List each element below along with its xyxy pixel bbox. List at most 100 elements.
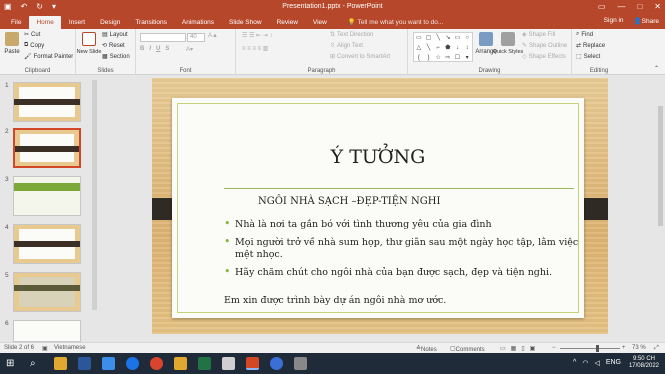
tab-transitions[interactable]: Transitions [128,16,174,29]
tab-slide-show[interactable]: Slide Show [222,16,269,29]
notes-button[interactable]: ≙ Notes [416,345,437,353]
tab-home[interactable]: Home [29,16,61,29]
sign-in-link[interactable]: Sign in [604,17,624,25]
zoom-level[interactable]: 73 % [632,345,646,351]
view-buttons[interactable]: ▭▦▯▣ [500,345,540,352]
shape-outline-label: Shape Outline [529,42,568,49]
tab-review[interactable]: Review [270,16,305,29]
tab-insert[interactable]: Insert [62,16,92,29]
replace-button[interactable]: ⇄ Replace [576,42,606,50]
thumbnail-slide-1[interactable] [13,82,81,122]
search-icon[interactable]: ⌕ [30,357,43,370]
thumbnails-scrollbar[interactable] [92,80,97,310]
new-slide-label: New Slide [76,49,102,55]
align-text-button[interactable]: ⇳ Align Text [330,42,363,50]
zoom-out-icon[interactable]: − [552,345,556,351]
status-bar: Slide 2 of 6 ▣ Vietnamese ≙ Notes ▢ Comm… [0,342,665,353]
list-buttons[interactable]: ☰ ☰ ⇤ ⇥ ↕ [242,32,272,39]
slide-heading[interactable]: NGÔI NHÀ SẠCH –ĐẸP-TIỆN NGHI [258,196,440,207]
new-slide-button[interactable]: New Slide [77,32,101,55]
wifi-icon[interactable]: ◠ [582,359,588,367]
language-indicator[interactable]: Vietnamese [54,345,86,351]
chrome-icon[interactable] [126,357,139,370]
thumbnail-slide-2[interactable] [13,128,81,168]
replace-label: Replace [583,42,606,49]
app-icon[interactable] [270,357,283,370]
bullet-list[interactable]: Nhà là nơi ta gắn bó với tình thương yêu… [224,218,579,284]
maximize-icon[interactable]: □ [637,2,642,11]
font-name-box[interactable] [140,33,186,42]
font-format-buttons[interactable]: B I U S [140,46,169,52]
tab-design[interactable]: Design [93,16,127,29]
volume-icon[interactable]: ◁ [594,359,599,367]
clock[interactable]: 9:50 CH 17/08/2022 [629,356,659,370]
close-icon[interactable]: ✕ [654,2,661,11]
zoom-in-icon[interactable]: + [622,345,626,351]
word-icon[interactable] [78,357,91,370]
thumbnail-number: 4 [5,224,9,231]
tab-file[interactable]: File [4,16,28,29]
paste-button[interactable]: Paste [4,32,20,55]
app-icon[interactable] [102,357,115,370]
grow-font-icon[interactable]: A▲ [208,33,218,39]
scissors-icon: ✂ [24,32,30,38]
lightbulb-icon: 💡 [347,19,358,26]
zoom-slider[interactable] [560,348,620,349]
list-item: Nhà là nơi ta gắn bó với tình thương yêu… [224,218,579,232]
shapes-gallery[interactable]: ▭ ▢ ╲ ↘ ▭ ○ △ ╲ ⌐ ⬟ ↓ ↕ {} ☆ ⇨ ☐ ▾ [413,32,473,62]
font-color-icon[interactable]: A▾ [186,46,193,53]
chevron-up-icon[interactable]: ^ [573,359,576,367]
closing-text[interactable]: Em xin được trình bày dự án ngôi nhà mơ … [224,295,446,306]
thumbnail-number: 3 [5,176,9,183]
slide-canvas: Ý TƯỞNG NGÔI NHÀ SẠCH –ĐẸP-TIỆN NGHI Nhà… [100,76,656,342]
file-explorer-icon[interactable] [54,357,67,370]
editor-scrollbar[interactable] [656,76,665,342]
reset-button[interactable]: ⟲ Reset [102,42,125,50]
quick-styles-button[interactable]: Quick Styles [493,32,523,55]
cut-button[interactable]: ✂ Cut [24,31,40,39]
align-buttons[interactable]: ≡ ≡ ≡ ≡ ▥ [242,45,268,52]
spellcheck-icon[interactable]: ▣ [42,345,48,352]
tab-animations[interactable]: Animations [175,16,221,29]
font-size-box[interactable]: 40 [187,33,205,42]
app-icon[interactable] [222,357,235,370]
powerpoint-icon[interactable] [246,357,259,370]
thumbnail-slide-5[interactable] [13,272,81,312]
taskbar: ⊞ ⌕ ^ ◠ ◁ ENG 9:50 CH 17/08/2022 [0,353,665,374]
select-label: Select [583,53,601,60]
format-painter-button[interactable]: 🖌 Format Painter [24,53,73,61]
folder-icon[interactable] [174,357,187,370]
section-button[interactable]: ▦ Section [102,53,130,61]
input-language[interactable]: ENG [606,359,621,367]
thumbnail-slide-3[interactable] [13,176,81,216]
slide-title[interactable]: Ý TƯỞNG [172,146,584,168]
thumbnail-slide-4[interactable] [13,224,81,264]
layout-button[interactable]: ▤ Layout [102,31,128,39]
find-button[interactable]: ⌕ Find [576,31,593,38]
select-button[interactable]: ⬚ Select [576,53,601,61]
fit-slide-icon[interactable]: ⤢ [654,345,659,352]
list-item: Hãy chăm chút cho ngôi nhà của bạn được … [224,266,579,280]
drawing-label: Drawing [478,68,501,74]
text-direction-button[interactable]: ⇅ Text Direction [330,31,373,39]
ribbon-display-icon[interactable]: ▭ [598,2,606,11]
copy-button[interactable]: ⧉ Copy [24,42,44,49]
collapse-ribbon-icon[interactable]: ⌃ [654,65,659,72]
minimize-icon[interactable]: — [617,2,625,11]
thumbnail-number: 5 [5,272,9,279]
shape-effects-button[interactable]: ◇ Shape Effects [522,53,566,61]
browser-icon[interactable] [150,357,163,370]
shape-fill-button[interactable]: ◈ Shape Fill [522,31,555,39]
app-icon[interactable] [294,357,307,370]
excel-icon[interactable] [198,357,211,370]
tab-view[interactable]: View [306,16,334,29]
thumbnail-slide-6[interactable] [13,320,81,342]
tell-me-box[interactable]: 💡 Tell me what you want to do... [341,16,450,29]
comments-button[interactable]: ▢ Comments [450,345,485,353]
zoom-slider-handle[interactable] [596,345,599,352]
windows-start-icon[interactable]: ⊞ [6,357,19,370]
shape-outline-button[interactable]: ✎ Shape Outline [522,42,568,50]
title-divider [224,188,574,189]
share-button[interactable]: 👤Share [634,17,659,25]
smartart-button[interactable]: ⊞ Convert to SmartArt [330,53,390,61]
